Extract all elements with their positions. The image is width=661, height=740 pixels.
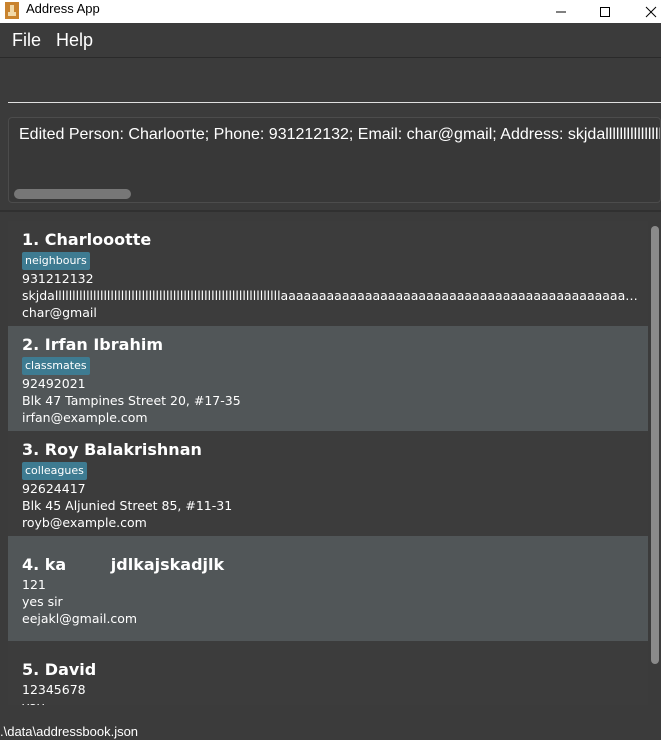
person-tag: classmates (22, 357, 90, 375)
person-name: 4. ka jdlkajskadjlk (22, 555, 225, 574)
person-email: eejakl@gmail.com (22, 611, 138, 626)
result-horizontal-scrollbar[interactable] (14, 189, 131, 199)
person-phone: 92492021 (22, 376, 86, 391)
person-card[interactable]: 4. ka jdlkajskadjlk 121 yes sir eejakl@g… (8, 536, 648, 641)
maximize-icon (600, 6, 610, 17)
menu-help[interactable]: Help (56, 30, 93, 51)
window-title: Address App (26, 1, 100, 16)
person-phone: 931212132 (22, 271, 94, 286)
person-address: skjdalllllllllllllllllllllllllllllllllll… (22, 288, 640, 303)
menu-bar: File Help (0, 23, 661, 58)
person-name: 1. Charloootte (22, 230, 152, 249)
app-icon (5, 2, 19, 19)
result-display: Edited Person: Charloотte; Phone: 931212… (8, 117, 661, 203)
person-phone: 121 (22, 577, 46, 592)
person-tag: neighbours (22, 252, 90, 270)
close-icon (645, 6, 657, 17)
save-location: .\data\addressbook.json (0, 724, 139, 739)
command-input[interactable] (8, 59, 661, 103)
close-button[interactable] (628, 0, 661, 23)
person-card[interactable]: 1. Charloootte neighbours 931212132 skjd… (8, 221, 648, 326)
person-address: yes sir (22, 594, 63, 609)
person-phone: 92624417 (22, 481, 86, 496)
person-address: Blk 47 Tampines Street 20, #17-35 (22, 393, 241, 408)
person-email: char@gmail (22, 305, 97, 320)
section-divider (0, 210, 661, 212)
minimize-icon (556, 11, 566, 12)
status-bar: .\data\addressbook.json (0, 722, 661, 740)
result-message: Edited Person: Charloотte; Phone: 931212… (19, 126, 661, 143)
person-card[interactable]: 3. Roy Balakrishnan colleagues 92624417 … (8, 431, 648, 536)
maximize-button[interactable] (582, 0, 628, 23)
command-area (0, 59, 661, 109)
person-address: yay (22, 699, 44, 705)
list-scrollbar-thumb[interactable] (651, 226, 659, 664)
person-card[interactable]: 5. David 12345678 yay (8, 641, 648, 705)
person-name: 3. Roy Balakrishnan (22, 440, 202, 459)
person-tag: colleagues (22, 462, 87, 480)
title-bar: Address App (0, 0, 661, 23)
person-name: 2. Irfan Ibrahim (22, 335, 163, 354)
person-address: Blk 45 Aljunied Street 85, #11-31 (22, 498, 233, 513)
person-card[interactable]: 2. Irfan Ibrahim classmates 92492021 Blk… (8, 326, 648, 431)
person-name: 5. David (22, 660, 97, 679)
person-email: royb@example.com (22, 515, 147, 530)
person-phone: 12345678 (22, 682, 86, 697)
minimize-button[interactable] (538, 0, 584, 23)
person-email: irfan@example.com (22, 410, 148, 425)
menu-file[interactable]: File (12, 30, 41, 51)
person-list[interactable]: 1. Charloootte neighbours 931212132 skjd… (8, 221, 648, 705)
